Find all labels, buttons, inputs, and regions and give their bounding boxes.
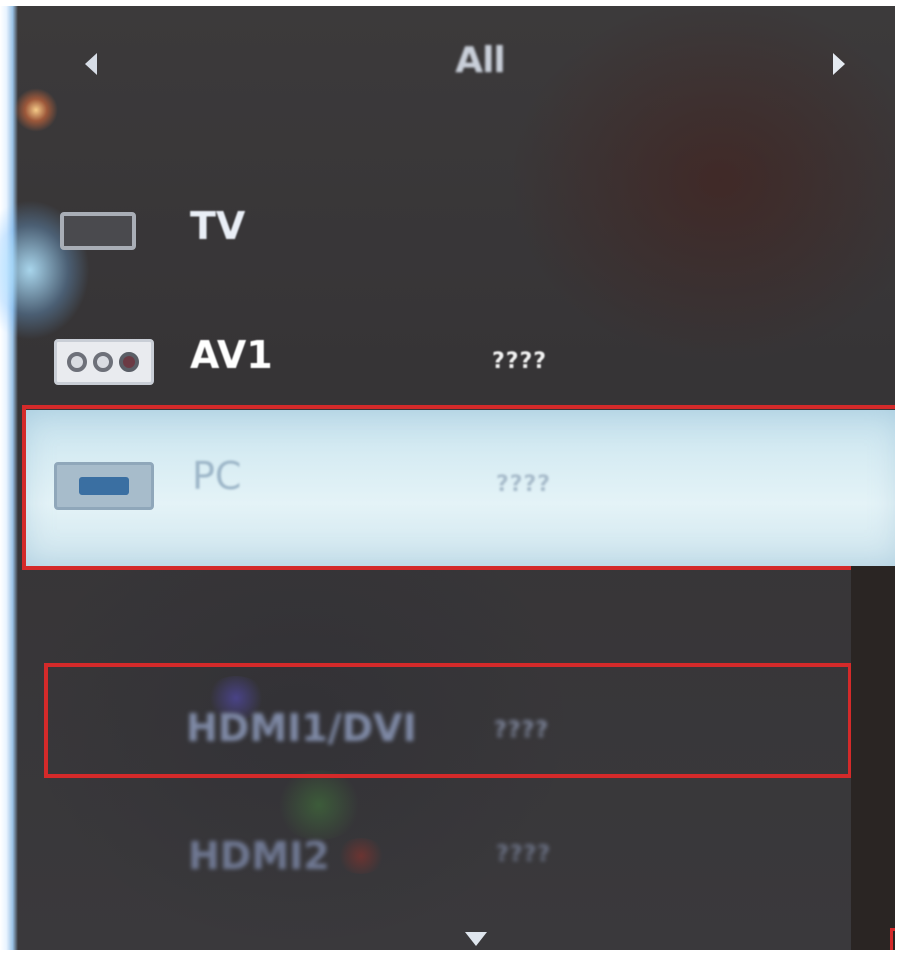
source-status: ????: [492, 349, 548, 374]
scroll-down-button[interactable]: [462, 928, 490, 950]
prev-category-button[interactable]: [80, 50, 102, 78]
annotation-frame: [44, 663, 852, 778]
category-title: All: [455, 40, 506, 81]
source-status: ????: [496, 842, 552, 867]
image-overlay-patch: [851, 566, 895, 950]
source-item-hdmi2[interactable]: HDMI2 ????: [30, 812, 895, 902]
source-label: HDMI2: [188, 834, 330, 878]
source-item-av1[interactable]: AV1 ????: [30, 313, 895, 403]
next-category-button[interactable]: [828, 50, 850, 78]
screen-glare-edge: [0, 0, 18, 955]
source-item-tv[interactable]: TV: [30, 190, 895, 280]
triangle-right-icon: [833, 53, 845, 75]
tv-source-menu: All TV AV1 ???? PC ???? HDMI1/DVI ???? H…: [0, 0, 900, 955]
lens-flare: [14, 88, 58, 132]
triangle-left-icon: [85, 53, 97, 75]
av-jack-icon: [54, 339, 154, 385]
selection-highlight-frame: [22, 405, 900, 570]
chevron-down-icon: [465, 932, 487, 946]
av-jack-white: [93, 352, 113, 372]
photo-border-top: [0, 0, 900, 6]
source-label: TV: [190, 204, 246, 248]
av-jack-yellow: [67, 352, 87, 372]
av-jack-red: [119, 352, 139, 372]
photo-border-bottom: [0, 950, 900, 955]
source-label: AV1: [190, 333, 273, 377]
photo-border-right: [895, 0, 900, 955]
tv-icon: [60, 212, 136, 250]
